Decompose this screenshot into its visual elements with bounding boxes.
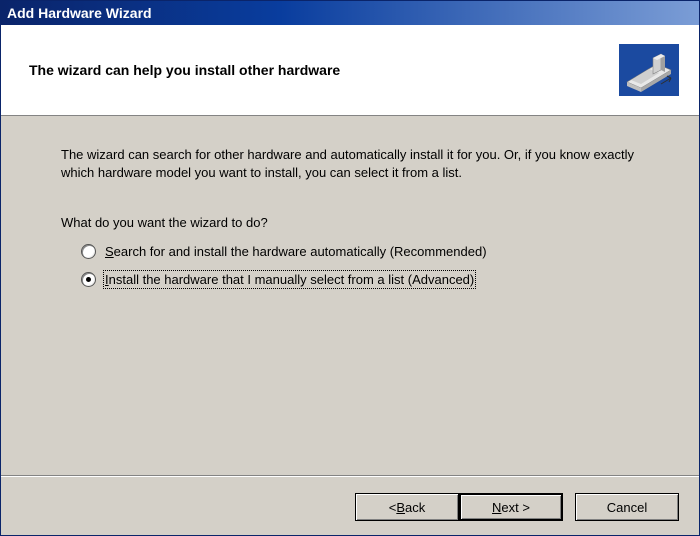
cancel-button[interactable]: Cancel bbox=[575, 493, 679, 521]
radio-group: Search for and install the hardware auto… bbox=[61, 240, 639, 290]
radio-label: Install the hardware that I manually sel… bbox=[104, 271, 475, 288]
back-button[interactable]: < Back bbox=[355, 493, 459, 521]
button-bar: < Back Next > Cancel bbox=[1, 485, 699, 535]
titlebar: Add Hardware Wizard bbox=[1, 1, 699, 25]
back-next-group: < Back Next > bbox=[355, 493, 563, 521]
window-title: Add Hardware Wizard bbox=[7, 5, 152, 21]
radio-button-icon bbox=[81, 272, 96, 287]
radio-option-manual[interactable]: Install the hardware that I manually sel… bbox=[81, 268, 639, 290]
instruction-text: The wizard can search for other hardware… bbox=[61, 146, 639, 181]
add-hardware-wizard-window: Add Hardware Wizard The wizard can help … bbox=[0, 0, 700, 536]
radio-button-icon bbox=[81, 244, 96, 259]
wizard-header: The wizard can help you install other ha… bbox=[1, 25, 699, 116]
divider bbox=[1, 475, 699, 477]
question-text: What do you want the wizard to do? bbox=[61, 215, 639, 230]
hardware-icon bbox=[619, 44, 679, 96]
wizard-content: The wizard can search for other hardware… bbox=[1, 116, 699, 475]
next-button[interactable]: Next > bbox=[459, 493, 563, 521]
wizard-header-title: The wizard can help you install other ha… bbox=[29, 62, 619, 78]
radio-label: Search for and install the hardware auto… bbox=[104, 243, 488, 260]
radio-option-search[interactable]: Search for and install the hardware auto… bbox=[81, 240, 639, 262]
